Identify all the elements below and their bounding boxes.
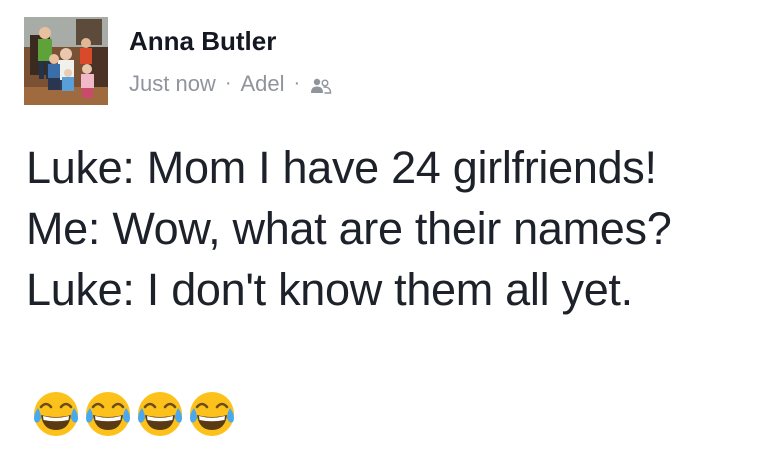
avatar[interactable] — [24, 17, 108, 105]
post-line: Me: Wow, what are their names? — [26, 203, 672, 254]
emoji-row — [30, 388, 238, 440]
author-name[interactable]: Anna Butler — [129, 26, 276, 57]
post-line: Luke: I don't know them all yet. — [26, 264, 633, 315]
face-with-tears-of-joy-icon — [190, 392, 234, 436]
face-with-tears-of-joy-icon — [138, 392, 182, 436]
post-line: Luke: Mom I have 24 girlfriends! — [26, 142, 657, 193]
face-with-tears-of-joy-icon — [34, 392, 78, 436]
meta-separator: · — [224, 71, 232, 94]
profile-photo — [24, 17, 108, 105]
post-text: Luke: Mom I have 24 girlfriends! Me: Wow… — [26, 137, 672, 320]
post-meta: Just now · Adel · — [129, 71, 333, 97]
location-link[interactable]: Adel — [241, 71, 285, 97]
friends-icon[interactable] — [309, 75, 333, 94]
timestamp-link[interactable]: Just now — [129, 71, 216, 97]
face-with-tears-of-joy-icon — [86, 392, 130, 436]
post-header: Anna Butler Just now · Adel · — [24, 17, 724, 105]
meta-separator: · — [293, 71, 301, 94]
